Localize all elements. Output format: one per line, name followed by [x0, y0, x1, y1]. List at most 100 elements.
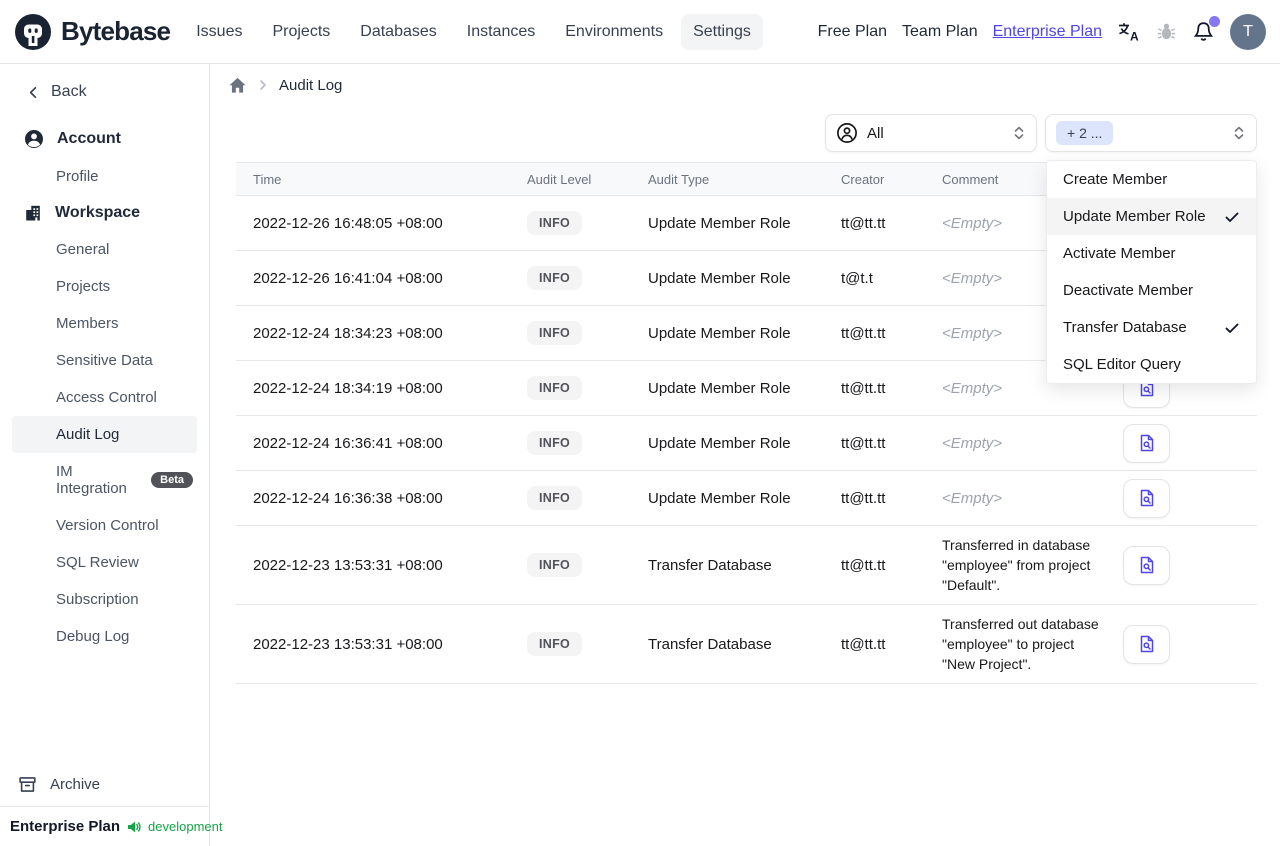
- comment-cell: Transferred out database "employee" to p…: [942, 616, 1099, 672]
- bug-report-icon[interactable]: [1156, 21, 1177, 42]
- sidebar-item-version-control[interactable]: Version Control: [0, 507, 209, 544]
- nav-item-settings[interactable]: Settings: [681, 13, 763, 50]
- sidebar-item-audit-log[interactable]: Audit Log: [12, 416, 197, 453]
- beta-badge: Beta: [151, 472, 193, 488]
- sidebar-item-debug-log[interactable]: Debug Log: [0, 618, 209, 655]
- audit-type-filter-select[interactable]: + 2 ...: [1045, 114, 1257, 152]
- nav-item-projects[interactable]: Projects: [260, 14, 342, 50]
- nav-item-issues[interactable]: Issues: [184, 14, 254, 50]
- time-cell: 2022-12-26 16:48:05 +08:00: [253, 214, 443, 232]
- menu-item-label: Update Member Role: [1063, 208, 1206, 225]
- sidebar-item-label: Members: [56, 315, 119, 332]
- comment-cell: <Empty>: [942, 434, 1003, 452]
- document-search-icon: [1140, 556, 1153, 574]
- free-plan-link[interactable]: Free Plan: [818, 23, 887, 41]
- type-cell: Update Member Role: [648, 269, 791, 287]
- creator-cell: tt@tt.tt: [841, 434, 886, 452]
- creator-cell: t@t.t: [841, 269, 873, 287]
- sidebar-item-label: Projects: [56, 278, 111, 295]
- creator-cell: tt@tt.tt: [841, 214, 886, 232]
- sidebar-item-label: IM Integration: [56, 463, 127, 497]
- team-plan-link[interactable]: Team Plan: [902, 23, 978, 41]
- menu-item-label: Transfer Database: [1063, 319, 1187, 336]
- sidebar-item-label: General: [56, 241, 110, 258]
- info-level-badge: INFO: [527, 431, 583, 455]
- sidebar-item-sql-review[interactable]: SQL Review: [0, 544, 209, 581]
- view-detail-button[interactable]: [1123, 624, 1170, 664]
- select-caret-icon: [1232, 125, 1246, 141]
- menu-item-create-member[interactable]: Create Member: [1047, 161, 1256, 198]
- table-row: 2022-12-23 13:53:31 +08:00 INFO Transfer…: [236, 526, 1257, 605]
- sidebar-item-access-control[interactable]: Access Control: [0, 379, 209, 416]
- archive-button[interactable]: Archive: [0, 765, 209, 806]
- nav-item-environments[interactable]: Environments: [553, 14, 675, 50]
- user-circle-outline-icon: [836, 122, 858, 144]
- subscription-plan-bar: Enterprise Plan development: [0, 806, 223, 846]
- menu-item-transfer-database[interactable]: Transfer Database: [1047, 309, 1256, 346]
- settings-sidebar: Back Account Profile Workspace General P…: [0, 64, 223, 846]
- notifications-bell-icon[interactable]: [1192, 16, 1220, 43]
- svg-text:A: A: [1130, 29, 1139, 43]
- level-cell: INFO: [527, 632, 648, 656]
- type-cell: Transfer Database: [648, 556, 772, 574]
- user-circle-icon: [24, 129, 44, 149]
- enterprise-plan-link[interactable]: Enterprise Plan: [993, 23, 1102, 41]
- info-level-badge: INFO: [527, 553, 583, 577]
- sidebar-item-label: Debug Log: [56, 628, 130, 645]
- type-cell: Update Member Role: [648, 324, 791, 342]
- archive-label: Archive: [50, 776, 101, 793]
- environment-label: development: [148, 819, 223, 834]
- menu-item-activate-member[interactable]: Activate Member: [1047, 235, 1256, 272]
- current-plan-label: Enterprise Plan: [10, 818, 121, 835]
- sidebar-item-members[interactable]: Members: [0, 305, 209, 342]
- sidebar-item-general[interactable]: General: [0, 231, 209, 268]
- actions-cell: [1123, 423, 1257, 463]
- nav-item-databases[interactable]: Databases: [348, 14, 449, 50]
- avatar[interactable]: T: [1230, 13, 1266, 50]
- creator-filter-select[interactable]: All: [825, 114, 1037, 152]
- sidebar-item-profile[interactable]: Profile: [0, 158, 209, 195]
- breadcrumb: Audit Log: [228, 74, 342, 96]
- sidebar-item-im-integration[interactable]: IM Integration Beta: [0, 453, 209, 507]
- menu-item-update-member-role[interactable]: Update Member Role: [1047, 198, 1256, 235]
- translate-icon[interactable]: A: [1117, 21, 1141, 43]
- bytebase-logo-icon: [14, 13, 52, 51]
- level-cell: INFO: [527, 211, 648, 235]
- level-cell: INFO: [527, 321, 648, 345]
- menu-item-sql-editor-query[interactable]: SQL Editor Query: [1047, 346, 1256, 383]
- type-filter-count-pill: + 2 ...: [1056, 121, 1114, 145]
- view-detail-button[interactable]: [1123, 423, 1170, 463]
- account-section-title: Account: [57, 130, 121, 147]
- audit-type-dropdown-menu: Create Member Update Member Role Activat…: [1046, 160, 1257, 384]
- breadcrumb-current: Audit Log: [279, 76, 343, 94]
- menu-item-deactivate-member[interactable]: Deactivate Member: [1047, 272, 1256, 309]
- menu-item-label: Create Member: [1063, 171, 1168, 188]
- creator-filter-value: All: [867, 124, 884, 142]
- back-button[interactable]: Back: [0, 76, 209, 108]
- home-icon[interactable]: [228, 76, 247, 95]
- chevron-left-icon: [26, 85, 41, 100]
- view-detail-button[interactable]: [1123, 545, 1170, 585]
- time-cell: 2022-12-24 16:36:38 +08:00: [253, 489, 443, 507]
- sidebar-item-sensitive-data[interactable]: Sensitive Data: [0, 342, 209, 379]
- view-detail-button[interactable]: [1123, 478, 1170, 518]
- bytebase-logo[interactable]: Bytebase: [14, 13, 171, 51]
- building-icon: [24, 204, 42, 222]
- table-row: 2022-12-23 13:53:31 +08:00 INFO Transfer…: [236, 605, 1257, 684]
- archive-icon: [18, 775, 37, 794]
- menu-item-label: Activate Member: [1063, 245, 1176, 262]
- nav-item-instances[interactable]: Instances: [455, 14, 547, 50]
- notification-dot: [1209, 16, 1220, 27]
- sidebar-item-projects[interactable]: Projects: [0, 268, 209, 305]
- comment-cell: <Empty>: [942, 489, 1003, 507]
- type-cell: Update Member Role: [648, 434, 791, 452]
- level-cell: INFO: [527, 553, 648, 577]
- document-search-icon: [1140, 635, 1153, 653]
- time-cell: 2022-12-24 16:36:41 +08:00: [253, 434, 443, 452]
- creator-cell: tt@tt.tt: [841, 489, 886, 507]
- sidebar-item-label: Profile: [56, 168, 99, 185]
- info-level-badge: INFO: [527, 632, 583, 656]
- sidebar-item-label: SQL Review: [56, 554, 139, 571]
- sidebar-item-subscription[interactable]: Subscription: [0, 581, 209, 618]
- menu-item-label: SQL Editor Query: [1063, 356, 1181, 373]
